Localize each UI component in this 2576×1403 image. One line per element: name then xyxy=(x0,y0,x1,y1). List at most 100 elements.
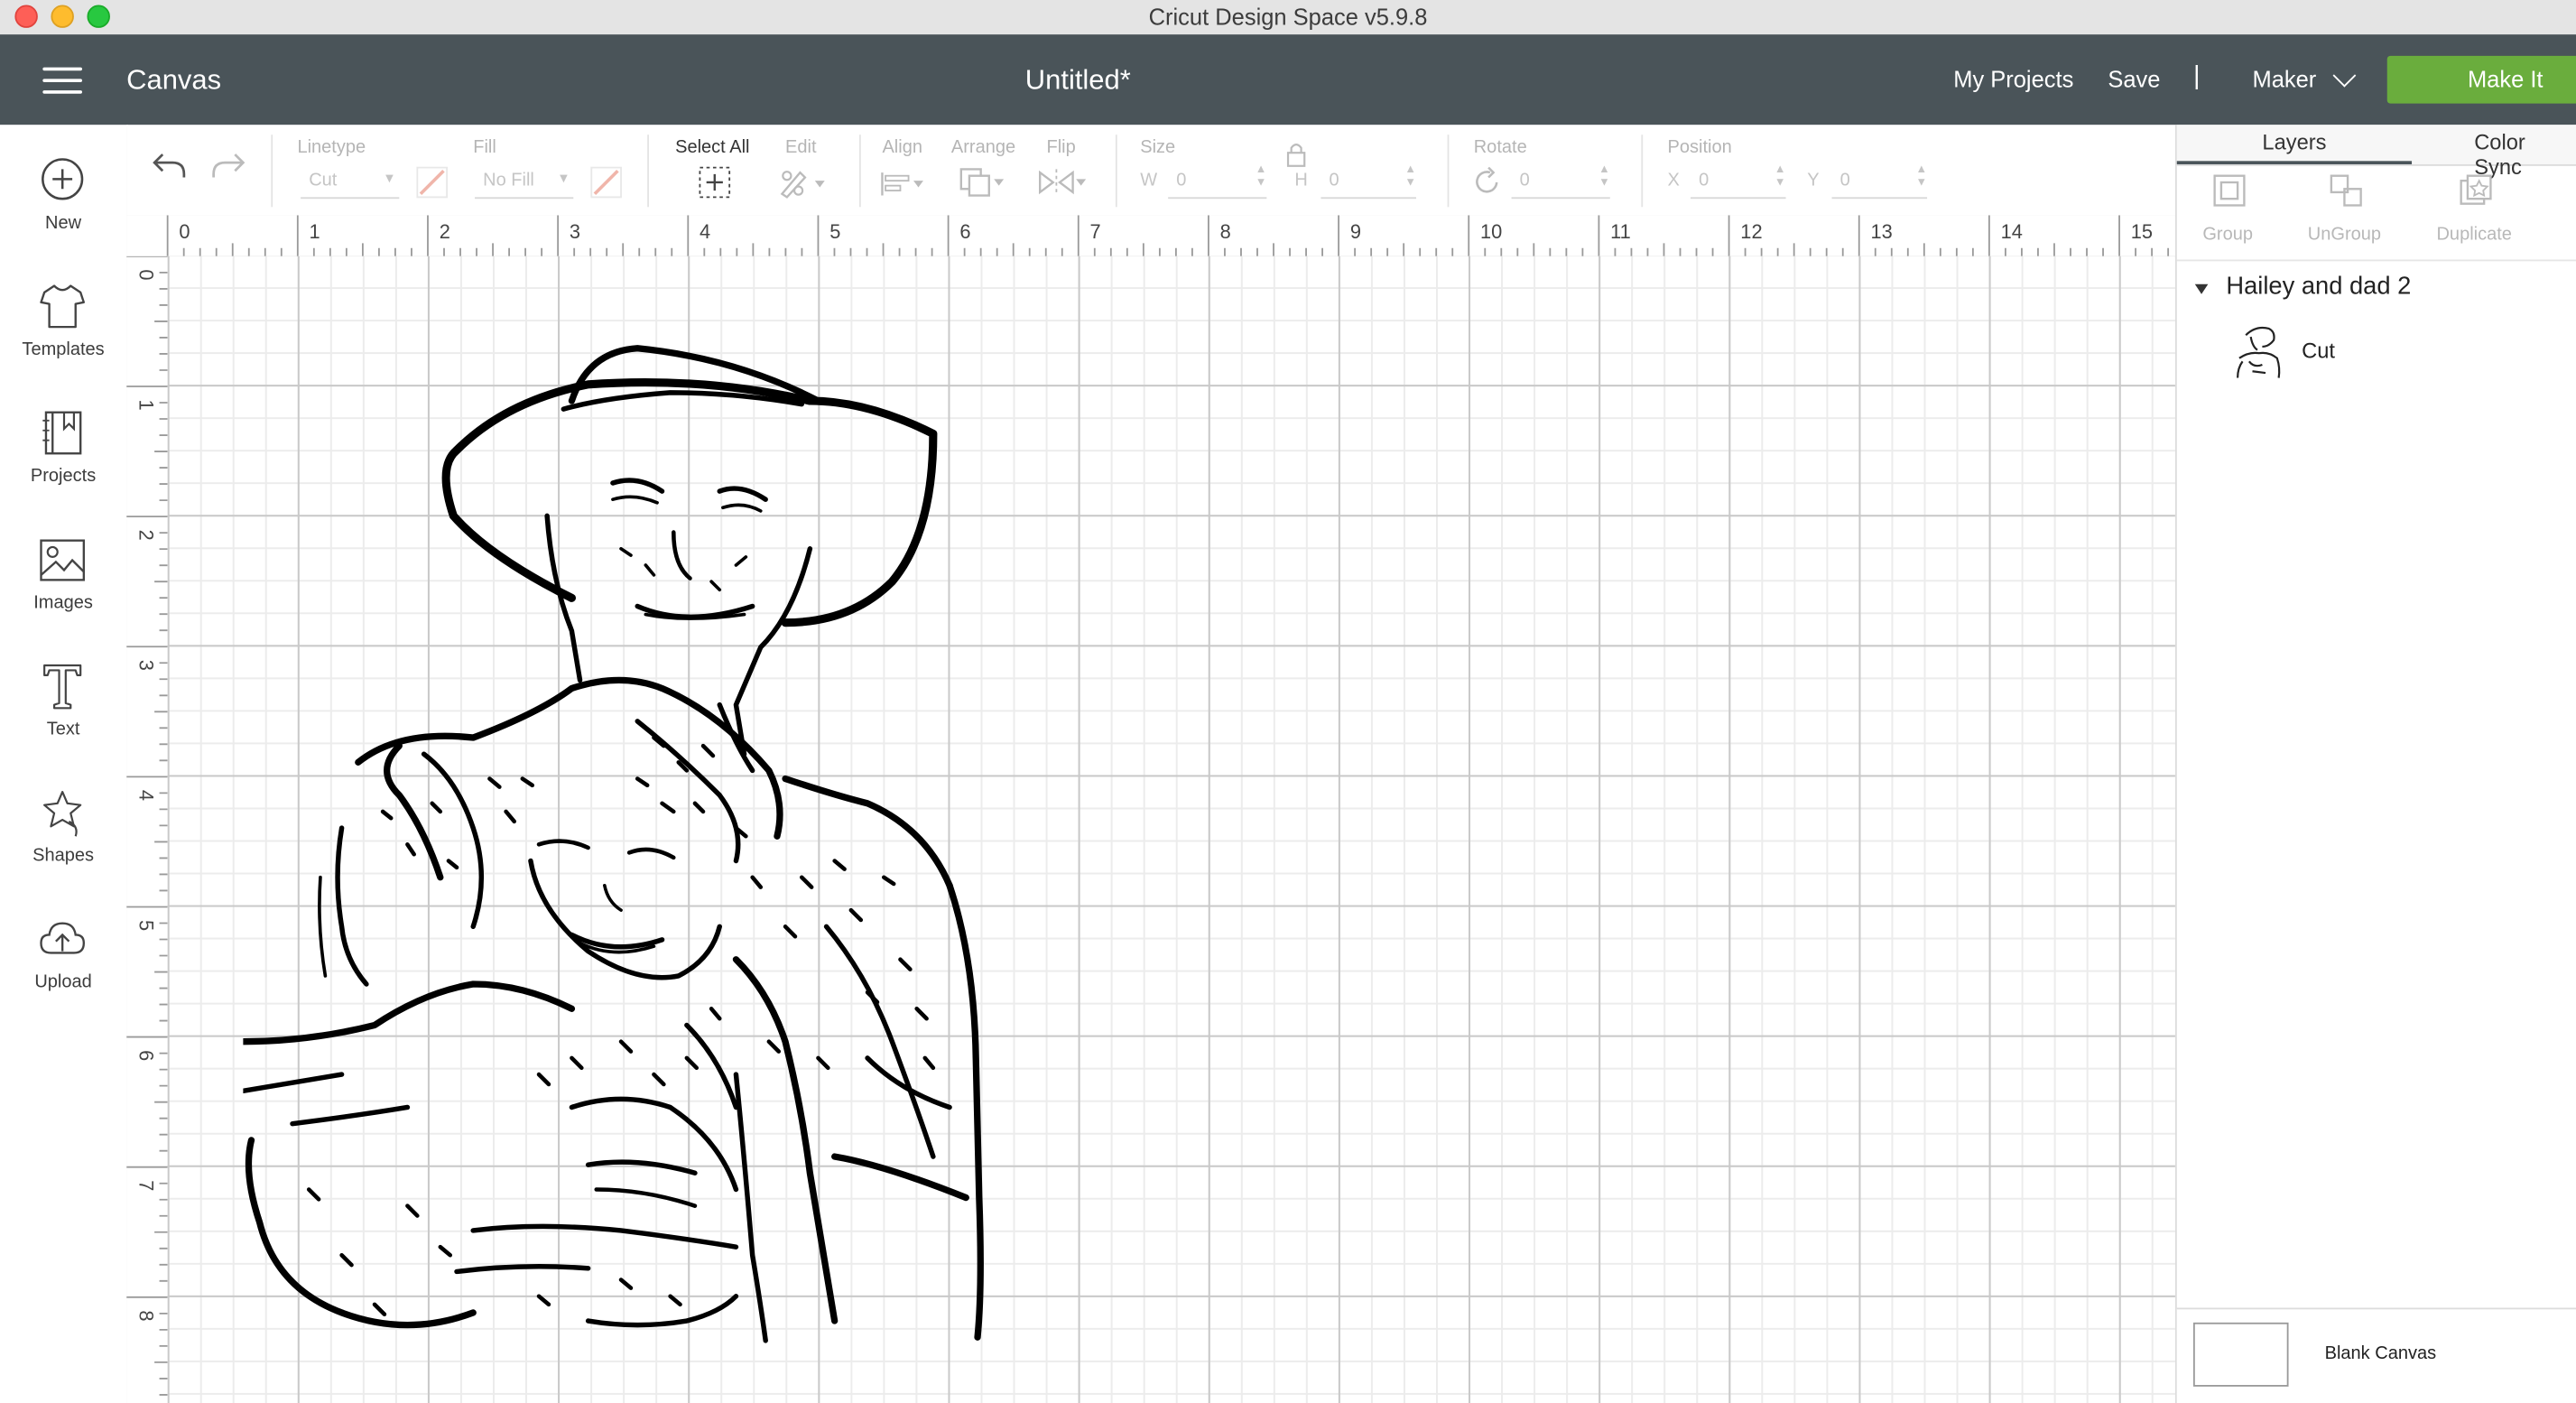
window-title: Cricut Design Space v5.9.8 xyxy=(1148,3,1428,30)
rotate-input[interactable]: 0 ▲ ▼ xyxy=(1511,164,1610,200)
select-all-label: Select All xyxy=(675,137,750,158)
position-x-input[interactable]: 0 ▲ ▼ xyxy=(1690,164,1786,200)
stepper-icon[interactable]: ▲ ▼ xyxy=(1256,164,1267,190)
duplicate-button[interactable]: Duplicate xyxy=(2425,168,2524,250)
hamburger-menu-icon[interactable] xyxy=(42,67,83,94)
group-button[interactable]: Group xyxy=(2179,168,2277,250)
redo-icon[interactable] xyxy=(208,150,248,182)
arrange-label: Arrange xyxy=(950,137,1016,158)
active-tab-indicator xyxy=(2176,161,2413,164)
left-sidebar: New Templates Projects Images Text Shape… xyxy=(0,125,128,1403)
width-input[interactable]: 0 ▲ ▼ xyxy=(1168,164,1267,200)
projects-book-icon xyxy=(42,411,82,455)
ungroup-label: UnGroup xyxy=(2307,225,2382,246)
position-label: Position xyxy=(1667,137,1732,158)
layer-group-name: Hailey and dad 2 xyxy=(2226,273,2412,302)
sidebar-item-text[interactable]: Text xyxy=(0,661,126,776)
duplicate-label: Duplicate xyxy=(2436,225,2512,246)
sidebar-item-label: Text xyxy=(46,720,80,739)
width-label: W xyxy=(1140,171,1158,191)
linetype-value: Cut xyxy=(309,171,338,191)
group-icon xyxy=(2213,174,2246,207)
sidebar-item-label: Images xyxy=(33,592,93,613)
rotate-label: Rotate xyxy=(1473,137,1527,158)
make-it-button[interactable]: Make It xyxy=(2386,55,2576,104)
linetype-select[interactable]: Cut ▼ xyxy=(301,164,400,200)
ruler-label: 12 xyxy=(1740,220,1762,243)
layer-group-row[interactable]: Hailey and dad 2 xyxy=(2176,259,2576,314)
duplicate-icon xyxy=(2460,174,2492,205)
flip-icon[interactable] xyxy=(1037,166,1089,199)
ungroup-button[interactable]: UnGroup xyxy=(2295,168,2394,250)
sidebar-item-upload[interactable]: Upload xyxy=(0,914,126,1028)
blank-canvas-row[interactable]: Blank Canvas xyxy=(2176,1307,2576,1403)
fill-color-swatch[interactable] xyxy=(589,166,622,199)
document-title: Untitled* xyxy=(1024,63,1131,96)
undo-icon[interactable] xyxy=(150,150,190,182)
sidebar-item-templates[interactable]: Templates xyxy=(0,281,126,395)
machine-selector[interactable]: Maker xyxy=(2252,66,2316,92)
header-separator: | xyxy=(2192,62,2201,91)
text-t-icon xyxy=(43,664,82,710)
position-x-value: 0 xyxy=(1699,171,1710,191)
caret-down-icon: ▼ xyxy=(383,171,396,186)
uploaded-artwork[interactable] xyxy=(243,335,1006,1353)
lock-icon[interactable] xyxy=(1284,141,1307,167)
align-icon[interactable] xyxy=(879,169,929,199)
height-input[interactable]: 0 ▲ ▼ xyxy=(1320,164,1417,200)
save-button[interactable]: Save xyxy=(2108,66,2160,92)
ruler-label: 6 xyxy=(135,1050,158,1061)
sidebar-item-label: Templates xyxy=(22,339,105,360)
edit-tools-icon[interactable] xyxy=(777,166,829,199)
section-title: Canvas xyxy=(126,63,222,96)
ruler-label: 8 xyxy=(1220,220,1231,243)
fill-label: Fill xyxy=(473,137,496,158)
ruler-label: 1 xyxy=(310,220,320,243)
layer-item-row[interactable]: Cut xyxy=(2177,315,2576,387)
edit-toolbar: Linetype Cut ▼ Fill No Fill ▼ Select All E… xyxy=(126,125,2175,218)
sidebar-item-shapes[interactable]: Shapes xyxy=(0,787,126,902)
ruler-label: 3 xyxy=(570,220,580,243)
image-icon xyxy=(40,539,86,581)
tab-layers[interactable]: Layers xyxy=(2262,130,2326,154)
layer-item-label: Cut xyxy=(2302,338,2335,364)
chevron-down-icon[interactable] xyxy=(2332,63,2357,88)
panel-tabs: Layers Color Sync xyxy=(2176,125,2576,179)
ruler-label: 2 xyxy=(135,530,158,541)
group-label: Group xyxy=(2202,225,2254,246)
stepper-icon[interactable]: ▲ ▼ xyxy=(1915,164,1927,190)
blank-canvas-swatch[interactable] xyxy=(2192,1322,2289,1387)
stepper-icon[interactable]: ▲ ▼ xyxy=(1404,164,1416,190)
linetype-color-swatch[interactable] xyxy=(416,166,449,199)
sidebar-item-new[interactable]: New xyxy=(0,154,126,269)
sidebar-item-images[interactable]: Images xyxy=(0,534,126,648)
window-title-bar: Cricut Design Space v5.9.8 xyxy=(0,0,2576,37)
ruler-label: 0 xyxy=(179,220,190,243)
cloud-upload-icon xyxy=(40,922,86,954)
vertical-ruler: 0 1 2 3 4 5 6 7 8 xyxy=(126,256,170,1403)
align-label: Align xyxy=(882,137,922,158)
ruler-label: 5 xyxy=(135,920,158,931)
stepper-icon[interactable]: ▲ ▼ xyxy=(1598,164,1610,190)
toolbar-divider xyxy=(271,135,273,208)
arrange-icon[interactable] xyxy=(958,166,1007,199)
blank-canvas-label: Blank Canvas xyxy=(2324,1343,2437,1364)
make-it-label: Make It xyxy=(2467,65,2544,92)
ruler-label: 7 xyxy=(1090,220,1101,243)
ruler-label: 10 xyxy=(1480,220,1502,243)
fill-select[interactable]: No Fill ▼ xyxy=(475,164,574,200)
ruler-label: 11 xyxy=(1610,220,1631,243)
select-all-icon[interactable] xyxy=(697,164,733,200)
caret-down-icon[interactable] xyxy=(2194,283,2209,294)
sidebar-item-label: Upload xyxy=(34,972,92,993)
ruler-label: 1 xyxy=(135,400,158,411)
sidebar-item-label: Shapes xyxy=(32,846,95,866)
my-projects-link[interactable]: My Projects xyxy=(1953,66,2073,92)
ruler-label: 14 xyxy=(2001,220,2023,243)
stepper-icon[interactable]: ▲ ▼ xyxy=(1774,164,1786,190)
sidebar-item-projects[interactable]: Projects xyxy=(0,407,126,522)
position-y-input[interactable]: 0 ▲ ▼ xyxy=(1831,164,1928,200)
toolbar-divider xyxy=(647,135,649,208)
width-value: 0 xyxy=(1176,171,1187,191)
sidebar-item-label: Projects xyxy=(30,466,97,487)
